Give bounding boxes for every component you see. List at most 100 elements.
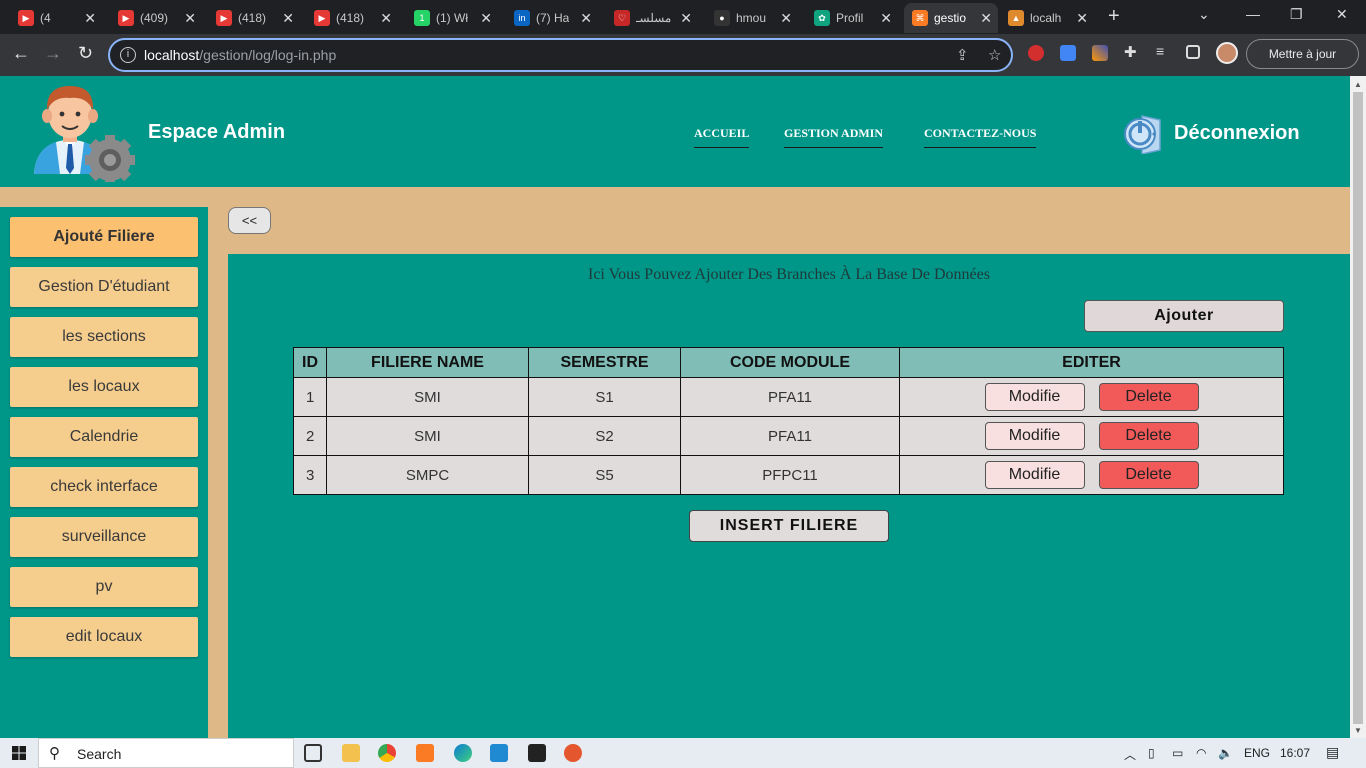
media-control-icon[interactable]: ≡ [1156,43,1172,59]
windows-start-icon[interactable] [12,746,26,760]
sidebar-item[interactable]: edit locaux [10,617,198,657]
wifi-icon[interactable]: ◠ [1196,746,1206,760]
tab-close-icon[interactable]: ✕ [780,10,792,27]
tab-close-icon[interactable]: ✕ [84,10,96,27]
tab-close-icon[interactable]: ✕ [880,10,892,27]
tab-close-icon[interactable]: ✕ [282,10,294,27]
tab-close-icon[interactable]: ✕ [480,10,492,27]
tab-search-icon[interactable]: ⌄ [1198,6,1210,23]
nav-contactez-nous[interactable]: CONTACTEZ-NOUS [924,126,1037,148]
browser-tab[interactable]: ▶ (4 ✕ [10,3,102,33]
logout-link[interactable]: Déconnexion [1122,112,1300,154]
back-arrow-icon[interactable]: ← [12,43,30,64]
tab-close-icon[interactable]: ✕ [580,10,592,27]
translate-icon[interactable] [1060,45,1076,61]
row-semestre-cell: S5 [528,455,681,495]
ajouter-button[interactable]: Ajouter [1084,300,1284,332]
col-code-module: CODE MODULE [680,347,900,378]
minimize-icon[interactable]: — [1246,6,1260,22]
share-icon[interactable]: ⇪ [956,46,969,64]
vscode-icon[interactable] [490,744,508,762]
delete-button[interactable]: Delete [1098,461,1199,489]
sidebar-item[interactable]: Ajouté Filiere [10,217,198,257]
col-id: ID [293,347,327,378]
sidebar-item[interactable]: surveillance [10,517,198,557]
header-divider [0,187,1350,207]
tab-close-icon[interactable]: ✕ [980,10,992,27]
close-window-icon[interactable]: ✕ [1336,6,1348,23]
file-explorer-icon[interactable] [342,744,360,762]
reload-icon[interactable]: ↻ [78,43,93,64]
xampp-icon[interactable] [416,744,434,762]
language-indicator[interactable]: ENG [1244,746,1270,760]
terminal-icon[interactable] [528,744,546,762]
restore-icon[interactable]: ❐ [1290,6,1303,23]
sidebar-item[interactable]: les locaux [10,367,198,407]
delete-button[interactable]: Delete [1098,422,1199,450]
sidebar-item[interactable]: Gestion D'étudiant [10,267,198,307]
tab-close-icon[interactable]: ✕ [1076,10,1088,27]
app-icon[interactable] [564,744,582,762]
sidebar-item[interactable]: check interface [10,467,198,507]
scroll-down-icon[interactable]: ▼ [1354,726,1362,735]
browser-tab[interactable]: in (7) Ha ✕ [506,3,598,33]
browser-tab[interactable]: ● hmou ✕ [706,3,798,33]
nav-gestion-admin[interactable]: GESTION ADMIN [784,126,884,148]
profile-avatar[interactable] [1216,42,1238,64]
tab-label: (4 [40,11,51,25]
color-picker-icon[interactable] [1092,45,1108,61]
content-topbar [228,207,1350,254]
scroll-up-icon[interactable]: ▲ [1354,80,1362,89]
clock[interactable]: 16:07 [1280,746,1310,760]
col-semestre: SEMESTRE [528,347,681,378]
tab-label: localh [1030,11,1062,25]
site-info-icon[interactable]: i [120,47,136,63]
tray-device-icon[interactable]: ▯ [1148,746,1155,760]
sidebar-item[interactable]: les sections [10,317,198,357]
browser-tab[interactable]: ▶ (418) ✕ [208,3,300,33]
browser-tab[interactable]: ✿ Profil ✕ [806,3,898,33]
insert-filiere-button[interactable]: INSERT FILIERE [689,510,889,542]
sidebar-item[interactable]: pv [10,567,198,607]
modifie-button[interactable]: Modifie [984,461,1085,489]
delete-button[interactable]: Delete [1098,383,1199,411]
side-panel-icon[interactable] [1186,45,1200,59]
address-bar[interactable]: i localhost/gestion/log/log-in.php ⇪ ☆ [108,38,1013,72]
tab-close-icon[interactable]: ✕ [184,10,196,27]
extension-stop-icon[interactable] [1028,45,1044,61]
browser-tab[interactable]: ⌘ gestio ✕ [904,3,998,33]
row-code-module-cell: PFPC11 [680,455,900,495]
modifie-button[interactable]: Modifie [984,422,1085,450]
chrome-icon[interactable] [378,744,396,762]
edge-icon[interactable] [454,744,472,762]
browser-tab[interactable]: ♡ مسلسـ ✕ [606,3,698,33]
tray-chevron-icon[interactable]: ︿ [1124,746,1136,763]
extensions-puzzle-icon[interactable]: ✚ [1124,43,1140,61]
update-button[interactable]: Mettre à jour [1246,39,1359,69]
row-id-cell: 2 [293,416,327,456]
scroll-thumb[interactable] [1353,92,1363,724]
forward-arrow-icon[interactable]: → [44,43,62,64]
tab-close-icon[interactable]: ✕ [680,10,692,27]
new-tab-button[interactable]: + [1108,5,1120,28]
page-scrollbar[interactable]: ▲ ▼ [1350,76,1366,738]
browser-tab[interactable]: ▲ localh ✕ [1000,3,1094,33]
browser-tab[interactable]: 1 (1) Wł ✕ [406,3,498,33]
notification-icon[interactable]: ▤ [1326,744,1339,761]
browser-tab[interactable]: ▶ (418) ✕ [306,3,398,33]
battery-icon[interactable]: ▭ [1172,746,1183,760]
sidebar-item[interactable]: Calendrie [10,417,198,457]
url-host: localhost [144,47,200,63]
browser-tab[interactable]: ▶ (409) ✕ [110,3,202,33]
bookmark-star-icon[interactable]: ☆ [988,46,1001,64]
tab-close-icon[interactable]: ✕ [380,10,392,27]
back-button[interactable]: << [228,207,271,234]
task-view-icon[interactable] [304,744,322,762]
web-page: Espace Admin ACCUEIL GESTION ADMIN CONTA… [0,76,1350,738]
modifie-button[interactable]: Modifie [984,383,1085,411]
volume-icon[interactable]: 🔈 [1218,746,1233,760]
taskbar-search[interactable]: ⚲ Search [38,738,294,768]
tab-favicon-icon: ▶ [314,10,330,26]
row-semestre-cell: S1 [528,377,681,417]
nav-accueil[interactable]: ACCUEIL [694,126,750,148]
